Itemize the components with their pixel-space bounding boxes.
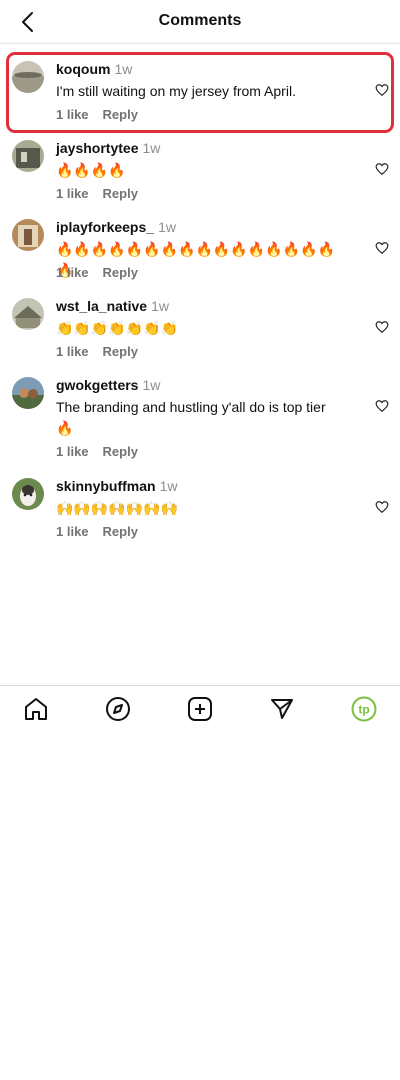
like-count[interactable]: 1 like bbox=[56, 444, 89, 459]
like-count[interactable]: 1 like bbox=[56, 344, 89, 359]
comment-meta: 1 like Reply bbox=[56, 265, 138, 280]
like-count[interactable]: 1 like bbox=[56, 186, 89, 201]
comment-meta: 1 like Reply bbox=[56, 344, 138, 359]
comment-username[interactable]: gwokgetters 1w bbox=[56, 377, 160, 393]
comment-username[interactable]: jayshortytee 1w bbox=[56, 140, 160, 156]
create-icon[interactable] bbox=[187, 696, 213, 722]
heart-icon[interactable] bbox=[375, 241, 389, 255]
comment-meta: 1 like Reply bbox=[56, 186, 138, 201]
comment-meta: 1 like Reply bbox=[56, 107, 138, 122]
profile-initials: tp bbox=[358, 703, 369, 717]
reply-button[interactable]: Reply bbox=[103, 524, 138, 539]
like-count[interactable]: 1 like bbox=[56, 524, 89, 539]
heart-icon[interactable] bbox=[375, 399, 389, 413]
avatar[interactable] bbox=[12, 298, 44, 330]
comment-time: 1w bbox=[142, 377, 161, 393]
avatar[interactable] bbox=[12, 478, 44, 510]
comment-time: 1w bbox=[158, 219, 176, 235]
comment-text: 🔥🔥🔥🔥 bbox=[56, 162, 126, 178]
comment-meta: 1 like Reply bbox=[56, 444, 138, 459]
page-title: Comments bbox=[158, 12, 242, 29]
reply-button[interactable]: Reply bbox=[103, 186, 138, 201]
reply-button[interactable]: Reply bbox=[103, 444, 138, 459]
comment-text: The branding and hustling y'all do is to… bbox=[56, 399, 326, 436]
direct-message-icon[interactable] bbox=[269, 696, 295, 722]
comment-time: 1w bbox=[114, 61, 133, 77]
comment-username[interactable]: iplayforkeeps_ 1w bbox=[56, 219, 176, 235]
comment-time: 1w bbox=[159, 478, 178, 494]
comment-username[interactable]: koqoum 1w bbox=[56, 61, 132, 77]
heart-icon[interactable] bbox=[375, 500, 389, 514]
comment-text: 🙌🙌🙌🙌🙌🙌🙌 bbox=[56, 500, 179, 516]
reply-button[interactable]: Reply bbox=[103, 344, 138, 359]
reply-button[interactable]: Reply bbox=[103, 107, 138, 122]
avatar[interactable] bbox=[12, 377, 44, 409]
avatar[interactable] bbox=[12, 61, 44, 93]
avatar[interactable] bbox=[12, 140, 44, 172]
avatar[interactable] bbox=[12, 219, 44, 251]
like-count[interactable]: 1 like bbox=[56, 265, 89, 280]
comment-text: I'm still waiting on my jersey from Apri… bbox=[56, 83, 296, 99]
like-count[interactable]: 1 like bbox=[56, 107, 89, 122]
comment-text: 👏👏👏👏👏👏👏 bbox=[56, 320, 179, 336]
comment-time: 1w bbox=[151, 298, 169, 314]
heart-icon[interactable] bbox=[375, 83, 389, 97]
comment-time: 1w bbox=[142, 140, 161, 156]
comment-meta: 1 like Reply bbox=[56, 524, 138, 539]
home-icon[interactable] bbox=[23, 696, 49, 722]
bottom-tab-bar: tp bbox=[0, 685, 400, 735]
heart-icon[interactable] bbox=[375, 320, 389, 334]
comment-username[interactable]: wst_la_native 1w bbox=[56, 298, 169, 314]
profile-icon[interactable]: tp bbox=[351, 696, 377, 722]
comment-username[interactable]: skinnybuffman 1w bbox=[56, 478, 177, 494]
explore-icon[interactable] bbox=[105, 696, 131, 722]
heart-icon[interactable] bbox=[375, 162, 389, 176]
reply-button[interactable]: Reply bbox=[103, 265, 138, 280]
header-bar: Comments bbox=[0, 0, 400, 44]
